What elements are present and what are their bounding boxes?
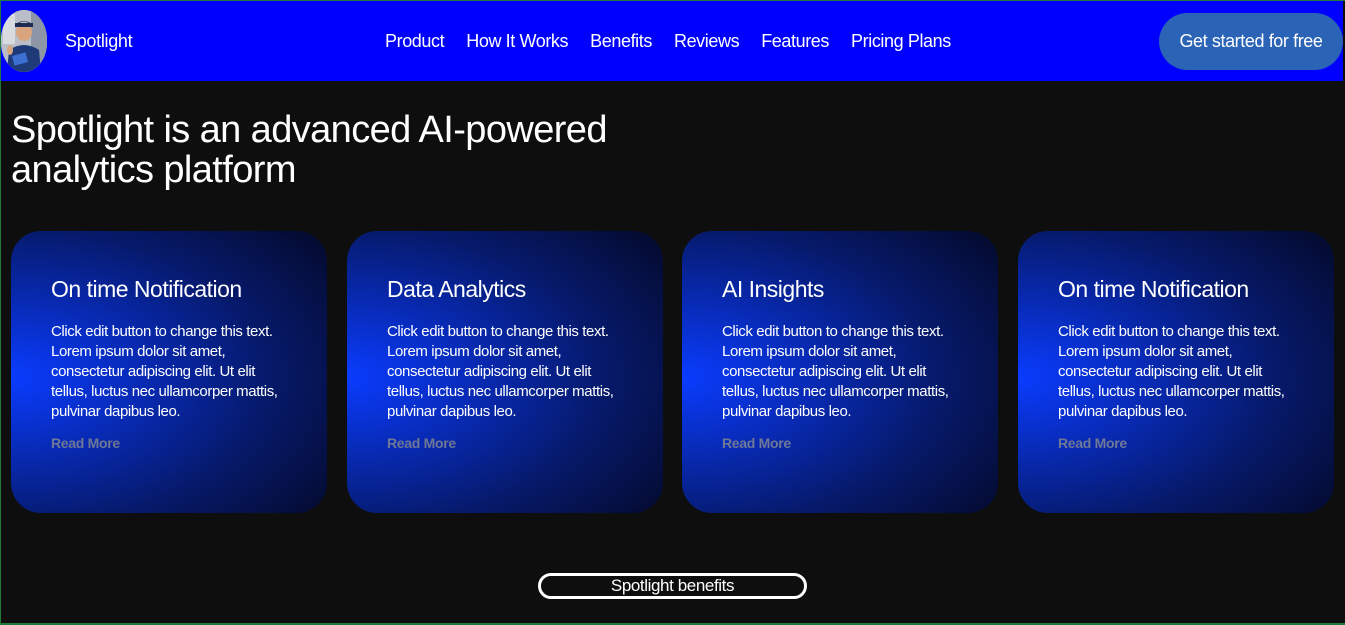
card-description: Click edit button to change this text. L… xyxy=(722,323,949,420)
read-more-link[interactable]: Read More xyxy=(51,435,120,451)
card-title: Data Analytics xyxy=(387,276,526,302)
nav-item-product[interactable]: Product xyxy=(385,31,445,52)
feature-card-data-analytics: Data Analytics Click edit button to chan… xyxy=(347,231,663,513)
read-more-link[interactable]: Read More xyxy=(1058,435,1127,451)
card-description: Click edit button to change this text. L… xyxy=(387,323,614,420)
brand-name[interactable]: Spotlight xyxy=(65,31,133,52)
get-started-button[interactable]: Get started for free xyxy=(1159,13,1343,70)
nav-item-reviews[interactable]: Reviews xyxy=(674,31,740,52)
hero-title: Spotlight is an advanced AI-powered anal… xyxy=(11,109,607,191)
card-description: Click edit button to change this text. L… xyxy=(51,323,278,420)
person-photo-icon xyxy=(1,10,47,72)
nav-item-pricing-plans[interactable]: Pricing Plans xyxy=(851,31,951,52)
feature-card-notification: On time Notification Click edit button t… xyxy=(11,231,327,513)
spotlight-benefits-button[interactable]: Spotlight benefits xyxy=(538,573,807,599)
nav-item-how-it-works[interactable]: How It Works xyxy=(466,31,568,52)
card-title: On time Notification xyxy=(51,276,242,302)
top-navbar: Spotlight Product How It Works Benefits … xyxy=(0,0,1343,81)
nav-item-benefits[interactable]: Benefits xyxy=(590,31,652,52)
avatar[interactable] xyxy=(1,10,47,72)
card-title: On time Notification xyxy=(1058,276,1249,302)
main-nav: Product How It Works Benefits Reviews Fe… xyxy=(385,31,973,52)
card-title: AI Insights xyxy=(722,276,824,302)
nav-item-features[interactable]: Features xyxy=(761,31,829,52)
feature-card-ai-insights: AI Insights Click edit button to change … xyxy=(682,231,998,513)
feature-card-notification-2: On time Notification Click edit button t… xyxy=(1018,231,1334,513)
card-description: Click edit button to change this text. L… xyxy=(1058,323,1285,420)
read-more-link[interactable]: Read More xyxy=(387,435,456,451)
read-more-link[interactable]: Read More xyxy=(722,435,791,451)
